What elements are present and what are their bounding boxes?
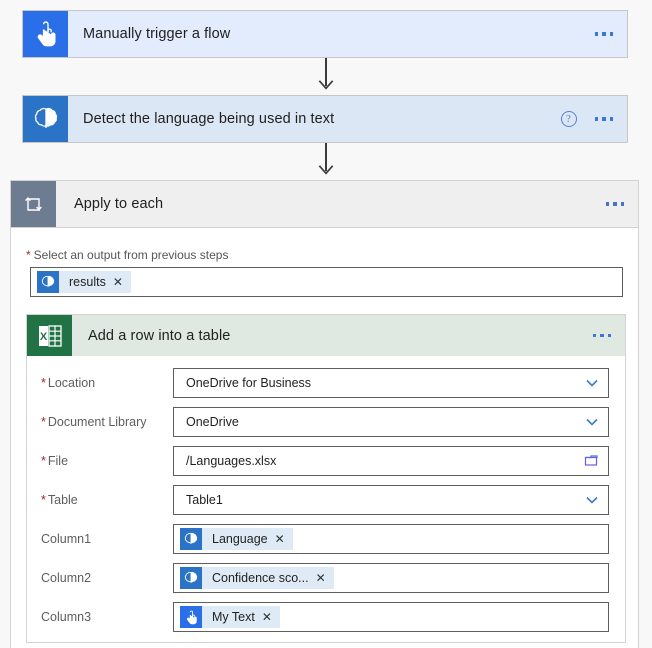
- required-marker: *: [41, 454, 46, 468]
- label-table-text: Table: [47, 493, 78, 507]
- hand-tap-icon: [23, 11, 68, 57]
- token-remove-icon[interactable]: ✕: [113, 275, 131, 289]
- required-marker: *: [41, 415, 46, 429]
- form-row-table: * Table Table1: [27, 485, 625, 515]
- label-file: * File: [41, 454, 173, 468]
- trigger-card-manually-trigger-a-flow[interactable]: Manually trigger a flow: [22, 10, 628, 58]
- action-overflow-menu-icon[interactable]: [591, 111, 618, 127]
- input-file[interactable]: /Languages.xlsx: [173, 446, 609, 476]
- input-file-value: /Languages.xlsx: [186, 454, 277, 468]
- select-output-label: * Select an output from previous steps: [10, 228, 639, 267]
- token-chip-label: Confidence sco...: [212, 571, 309, 585]
- form-row-column2: Column2 Confidence sco... ✕: [27, 563, 625, 593]
- token-chip-label: Language: [212, 532, 268, 546]
- trigger-overflow-menu-icon[interactable]: [591, 26, 618, 42]
- action-card-body: Detect the language being used in text ?: [68, 96, 627, 142]
- token-remove-icon[interactable]: ✕: [262, 610, 280, 624]
- excel-action-card-add-a-row-into-a-table: X Add a row into a table * Location OneDr…: [26, 314, 626, 643]
- token-remove-icon[interactable]: ✕: [316, 571, 334, 585]
- select-output-input[interactable]: results ✕: [30, 267, 623, 297]
- trigger-title: Manually trigger a flow: [83, 26, 231, 42]
- label-column1: Column1: [41, 532, 92, 546]
- svg-text:X: X: [39, 331, 47, 343]
- dropdown-location[interactable]: OneDrive for Business: [173, 368, 609, 398]
- token-chip-label: My Text: [212, 610, 255, 624]
- excel-action-title: Add a row into a table: [88, 327, 231, 344]
- chevron-down-icon[interactable]: [584, 492, 600, 508]
- loop-icon: [11, 181, 56, 227]
- select-output-label-text: Select an output from previous steps: [33, 248, 229, 262]
- flow-designer-canvas: Manually trigger a flow Detect the langu…: [0, 0, 652, 648]
- label-location-text: Location: [47, 376, 96, 390]
- token-chip-my-text[interactable]: My Text ✕: [180, 606, 280, 628]
- required-marker: *: [41, 376, 46, 390]
- chevron-down-icon[interactable]: [584, 375, 600, 391]
- dropdown-table-value: Table1: [186, 493, 223, 507]
- dropdown-document-library-value: OneDrive: [186, 415, 239, 429]
- apply-to-each-header[interactable]: Apply to each: [10, 180, 639, 228]
- required-marker: *: [41, 493, 46, 507]
- label-location: * Location: [41, 376, 173, 390]
- brain-icon: [180, 528, 202, 550]
- apply-to-each-overflow-menu-icon[interactable]: [602, 196, 629, 212]
- label-table: * Table: [41, 493, 173, 507]
- help-icon[interactable]: ?: [560, 111, 577, 127]
- token-chip-confidence-score[interactable]: Confidence sco... ✕: [180, 567, 334, 589]
- label-column3: Column3: [41, 610, 92, 624]
- connector-arrow-2: [318, 165, 334, 175]
- apply-to-each-header-body: Apply to each: [56, 181, 638, 227]
- connector-arrow-1: [318, 80, 334, 90]
- label-document-library-text: Document Library: [47, 415, 147, 429]
- hand-tap-icon: [180, 606, 202, 628]
- form-row-document-library: * Document Library OneDrive: [27, 407, 625, 437]
- input-column3[interactable]: My Text ✕: [173, 602, 609, 632]
- token-remove-icon[interactable]: ✕: [275, 532, 293, 546]
- input-column2[interactable]: Confidence sco... ✕: [173, 563, 609, 593]
- form-row-column3: Column3 My Text ✕: [27, 602, 625, 632]
- token-chip-results[interactable]: results ✕: [37, 271, 131, 293]
- folder-picker-icon[interactable]: [584, 453, 600, 469]
- input-column1[interactable]: Language ✕: [173, 524, 609, 554]
- chevron-down-icon[interactable]: [584, 414, 600, 430]
- apply-to-each-title: Apply to each: [74, 196, 164, 212]
- form-row-column1: Column1 Language ✕: [27, 524, 625, 554]
- trigger-card-body: Manually trigger a flow: [68, 11, 627, 57]
- excel-action-overflow-menu-icon[interactable]: [589, 328, 616, 344]
- action-title: Detect the language being used in text: [83, 111, 335, 127]
- excel-action-form: * Location OneDrive for Business * Documen…: [27, 356, 625, 632]
- excel-action-header[interactable]: X Add a row into a table: [27, 315, 625, 356]
- token-chip-label: results: [69, 275, 106, 289]
- action-card-detect-language[interactable]: Detect the language being used in text ?: [22, 95, 628, 143]
- brain-icon: [37, 271, 59, 293]
- label-file-text: File: [47, 454, 69, 468]
- excel-action-header-body: Add a row into a table: [72, 315, 625, 356]
- form-row-location: * Location OneDrive for Business: [27, 368, 625, 398]
- dropdown-document-library[interactable]: OneDrive: [173, 407, 609, 437]
- token-chip-language[interactable]: Language ✕: [180, 528, 293, 550]
- form-row-file: * File /Languages.xlsx: [27, 446, 625, 476]
- brain-icon: [180, 567, 202, 589]
- apply-to-each-content: * Select an output from previous steps re…: [10, 228, 639, 297]
- dropdown-table[interactable]: Table1: [173, 485, 609, 515]
- required-marker: *: [26, 248, 31, 262]
- dropdown-location-value: OneDrive for Business: [186, 376, 312, 390]
- label-document-library: * Document Library: [41, 415, 173, 429]
- brain-icon: [23, 96, 68, 142]
- excel-icon: X: [27, 315, 72, 356]
- label-column2: Column2: [41, 571, 92, 585]
